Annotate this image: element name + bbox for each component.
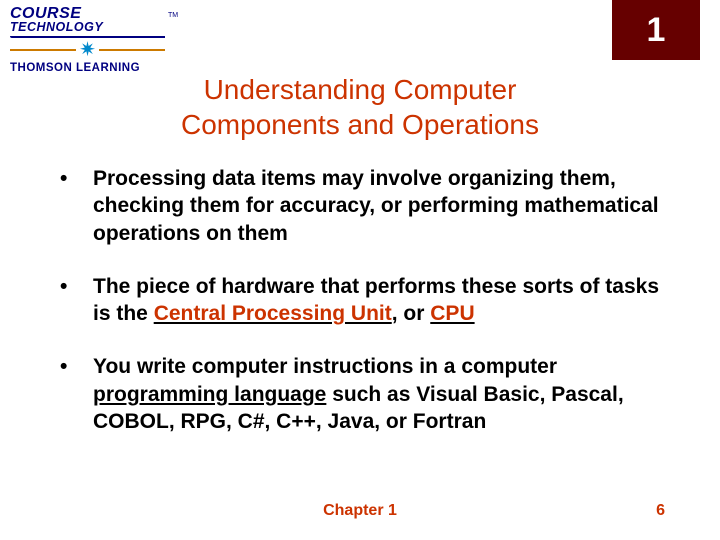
bullet-3-term-proglang: programming language <box>93 383 326 406</box>
trademark-symbol: TM <box>168 12 178 19</box>
logo-underline <box>10 36 165 38</box>
bullet-2-term-cpu-full: Central Processing Unit <box>154 302 392 325</box>
slide-content: Processing data items may involve organi… <box>48 165 670 461</box>
bullet-2-mid: , or <box>392 302 431 325</box>
bullet-1: Processing data items may involve organi… <box>48 165 670 247</box>
bullet-2: The piece of hardware that performs thes… <box>48 273 670 328</box>
star-icon: ✷ <box>79 40 96 60</box>
bullet-3-pre: You write computer instructions in a com… <box>93 355 557 378</box>
footer-page-number: 6 <box>656 502 665 520</box>
slide-title: Understanding Computer Components and Op… <box>155 72 565 142</box>
bullet-2-term-cpu: CPU <box>430 302 474 325</box>
chapter-number-badge: 1 <box>612 0 700 60</box>
bullet-3: You write computer instructions in a com… <box>48 353 670 435</box>
publisher-logo: COURSE TECHNOLOGY ✷ THOMSON LEARNING <box>10 6 185 74</box>
logo-star-divider: ✷ <box>10 40 165 60</box>
footer-chapter-label: Chapter 1 <box>0 502 720 520</box>
logo-technology-text: TECHNOLOGY <box>10 21 185 34</box>
bullet-1-text: Processing data items may involve organi… <box>93 167 659 245</box>
